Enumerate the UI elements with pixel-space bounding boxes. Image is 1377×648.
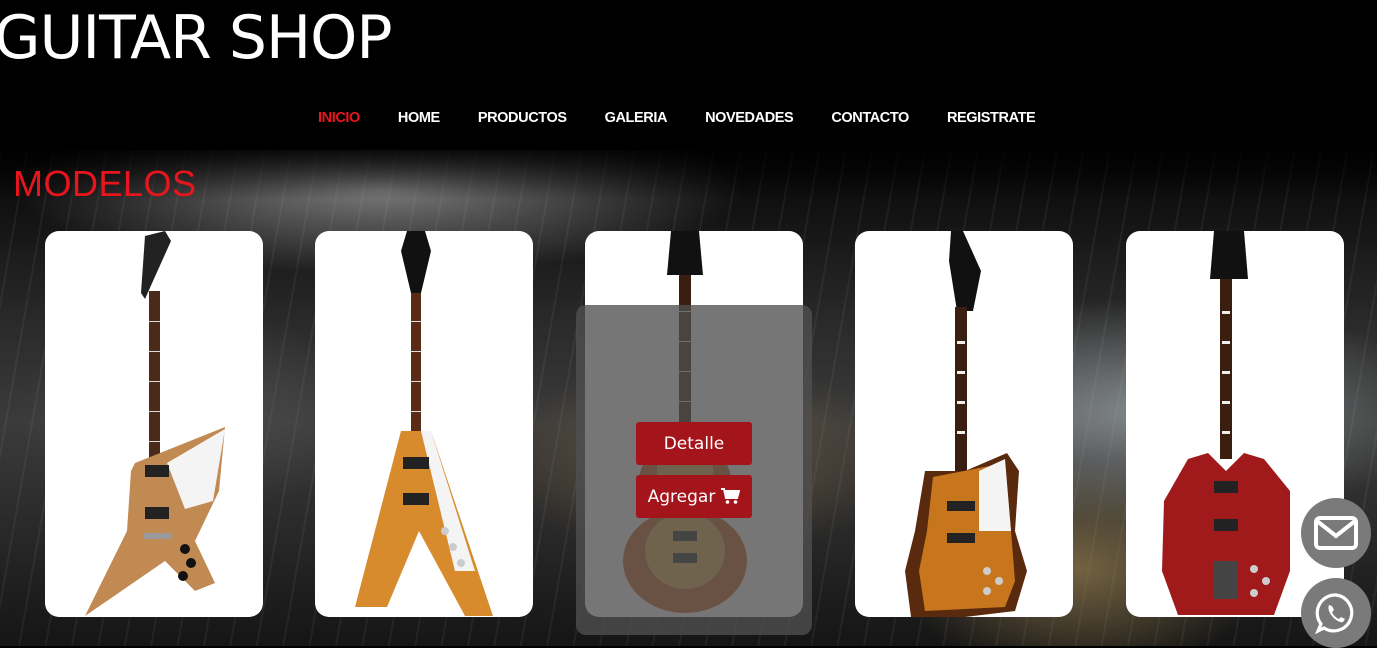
add-button-label: Agregar: [647, 486, 716, 507]
envelope-icon: [1314, 516, 1358, 550]
detail-button-label: Detalle: [663, 433, 725, 454]
nav-item-productos[interactable]: PRODUCTOS: [478, 107, 567, 129]
add-to-cart-button[interactable]: Agregar: [636, 475, 752, 518]
product-hover-overlay: [576, 305, 812, 635]
detail-button[interactable]: Detalle: [636, 422, 752, 465]
product-card-5[interactable]: [1126, 231, 1344, 617]
nav-item-home[interactable]: HOME: [398, 107, 440, 129]
product-card-4[interactable]: [855, 231, 1073, 617]
main-navigation: INICIO HOME PRODUCTOS GALERIA NOVEDADES …: [318, 107, 1036, 129]
nav-item-novedades[interactable]: NOVEDADES: [705, 107, 794, 129]
email-contact-button[interactable]: [1301, 498, 1371, 568]
site-logo[interactable]: GUITAR SHOP: [0, 0, 393, 76]
nav-item-inicio[interactable]: INICIO: [318, 107, 360, 129]
product-card-1[interactable]: [45, 231, 263, 617]
flying-v-guitar-icon: [355, 231, 493, 616]
nav-item-registrate[interactable]: REGISTRATE: [947, 107, 1036, 129]
product-card-2[interactable]: [315, 231, 533, 617]
cart-icon: [721, 488, 741, 504]
firebird-guitar-icon: [905, 231, 1027, 617]
whatsapp-button[interactable]: [1301, 578, 1371, 648]
nav-item-contacto[interactable]: CONTACTO: [831, 107, 909, 129]
whatsapp-icon: [1315, 593, 1354, 634]
explorer-guitar-icon: [85, 231, 225, 616]
sg-guitar-icon: [1162, 231, 1290, 615]
section-title: MODELOS: [13, 163, 197, 204]
nav-item-galeria[interactable]: GALERIA: [605, 107, 668, 129]
